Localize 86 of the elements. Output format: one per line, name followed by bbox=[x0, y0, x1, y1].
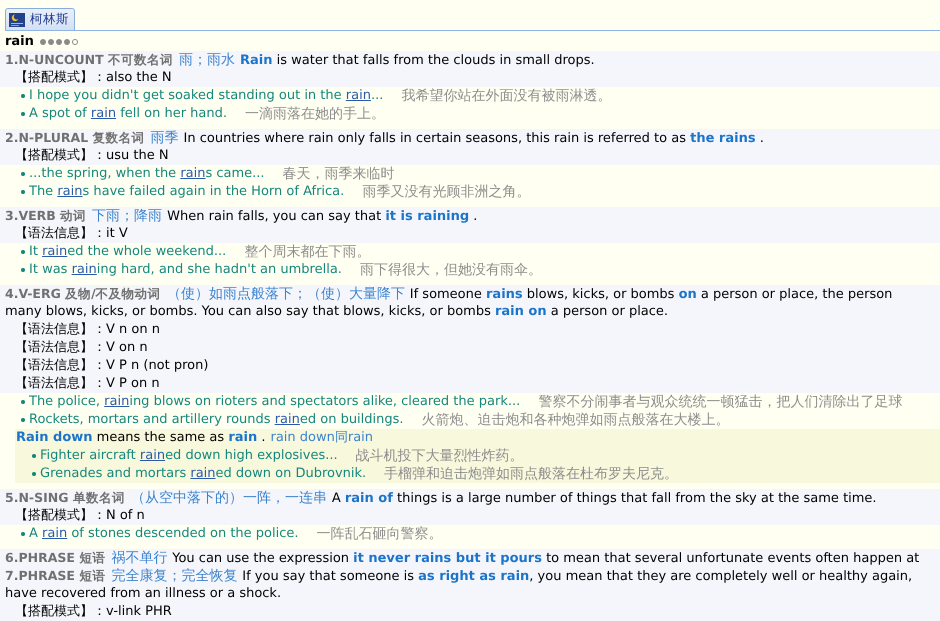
grammar-pattern: 【搭配模式】：v-link PHR bbox=[15, 604, 172, 619]
bullet-icon bbox=[21, 190, 25, 194]
grammar-pattern: 【搭配模式】：also the N bbox=[15, 70, 172, 85]
bullet-icon bbox=[32, 454, 36, 458]
word-link[interactable]: rain bbox=[42, 526, 68, 541]
crescent-logo-icon bbox=[9, 12, 25, 26]
example-translation: 整个周末都在下雨。 bbox=[244, 243, 370, 261]
sense-translation: （使）如雨点般落下；（使）大量降下 bbox=[166, 286, 405, 302]
word-link[interactable]: rain bbox=[90, 106, 116, 121]
example-sentence: A rain of stones descended on the police. bbox=[29, 525, 299, 543]
sense-label: 5.N-SING 单数名词 bbox=[5, 490, 125, 505]
rating-dot-icon bbox=[40, 38, 46, 44]
example-translation: 我希望你站在外面没有被雨淋透。 bbox=[401, 87, 612, 105]
example-translation: 战斗机投下大量烈性炸药。 bbox=[356, 447, 524, 465]
bullet-icon bbox=[32, 472, 36, 476]
definition-text: You can use the expression it never rains but it pours to mean that several unfortunate events often happen at bbox=[172, 551, 920, 566]
example-sentence: The police, raining blows on rioters and spectators alike, cleared the park... bbox=[29, 393, 520, 411]
example-translation: 一阵乱石砸向警察。 bbox=[316, 525, 443, 543]
sense-translation: 雨季 bbox=[150, 130, 179, 146]
bullet-icon bbox=[21, 418, 25, 422]
rating-dot-icon bbox=[56, 38, 62, 44]
word-link[interactable]: rain bbox=[42, 244, 68, 259]
example-translation: 警察不分闹事者与观众统统一顿猛击，把人们清除出了足球 bbox=[538, 393, 902, 411]
grammar-pattern: 【语法信息】：V n on n bbox=[15, 322, 160, 337]
grammar-pattern: 【搭配模式】：N of n bbox=[15, 508, 145, 523]
example-translation: 火箭炮、迫击炮和各种炮弹如雨点般落在大楼上。 bbox=[422, 411, 730, 429]
sense-translation: 祸不单行 bbox=[111, 550, 168, 566]
sense-label: 6.PHRASE 短语 bbox=[5, 550, 106, 565]
word-link[interactable]: rain bbox=[104, 394, 130, 409]
example-sentence: Fighter aircraft rained down high explosives... bbox=[40, 447, 338, 465]
word-link[interactable]: rain bbox=[140, 448, 166, 463]
word-link[interactable]: rain bbox=[180, 166, 206, 181]
bullet-icon bbox=[21, 112, 25, 116]
sense-label: 4.V-ERG 及物/不及物动词 bbox=[5, 286, 161, 301]
sense-translation: （从空中落下的）一阵，一连串 bbox=[130, 490, 327, 506]
word-link[interactable]: rain bbox=[57, 184, 82, 199]
bullet-icon bbox=[21, 94, 25, 98]
bullet-icon bbox=[21, 250, 25, 254]
grammar-pattern: 【语法信息】：it V bbox=[15, 226, 128, 241]
definition-text: A rain of things is a large number of things that fall from the sky at the same time. bbox=[332, 491, 877, 506]
example-sentence: A spot of rain fell on her hand. bbox=[29, 105, 228, 123]
example-sentence: The rains have failed again in the Horn of Africa. bbox=[29, 183, 344, 201]
word-link[interactable]: rain bbox=[190, 466, 216, 481]
example-sentence: ...the spring, when the rains came... bbox=[29, 165, 265, 183]
example-sentence: Rockets, mortars and artillery rounds rained on buildings. bbox=[29, 411, 404, 429]
example-sentence: I hope you didn't get soaked standing out in the rain... bbox=[29, 87, 384, 105]
example-sentence: Grenades and mortars rained down on Dubrovnik. bbox=[40, 465, 366, 483]
grammar-pattern: 【语法信息】：V P on n bbox=[15, 376, 160, 391]
definition-text: many blows, kicks, or bombs. You can also say that blows, kicks, or bombs rain on a person or place. bbox=[5, 304, 668, 319]
definition-text: If you say that someone is as right as rain, you mean that they are completely well or healthy again, bbox=[242, 569, 912, 584]
sense-label: 7.PHRASE 短语 bbox=[5, 568, 106, 583]
example-translation: 一滴雨落在她的手上。 bbox=[245, 105, 386, 123]
headword-text: rain bbox=[5, 32, 34, 50]
bullet-icon bbox=[21, 532, 25, 536]
sense-translation: 雨；雨水 bbox=[179, 52, 235, 68]
grammar-pattern: 【语法信息】：V on n bbox=[15, 340, 148, 355]
definition-text: Rain is water that falls from the clouds in small drops. bbox=[240, 53, 595, 68]
definition-text: If someone rains blows, kicks, or bombs on a person or place, the person bbox=[410, 287, 892, 302]
phrase-definition: Rain down means the same as rain . bbox=[16, 430, 266, 445]
example-translation: 手榴弹和迫击炮弹如雨点般落在杜布罗夫尼克。 bbox=[384, 465, 678, 483]
sense-label: 3.VERB 动词 bbox=[5, 208, 86, 223]
bullet-icon bbox=[21, 400, 25, 404]
example-translation: 雨季又没有光顾非洲之角。 bbox=[362, 183, 530, 201]
sense-label: 1.N-UNCOUNT 不可数名词 bbox=[5, 52, 173, 67]
sense-label: 2.N-PLURAL 复数名词 bbox=[5, 130, 145, 145]
phrase-translation: rain down同rain bbox=[270, 430, 374, 445]
rating-dot-icon bbox=[48, 38, 54, 44]
definition-text: In countries where rain only falls in certain seasons, this rain is referred to as the rains . bbox=[184, 131, 764, 146]
word-link[interactable]: rain bbox=[274, 412, 300, 427]
word-link[interactable]: rain bbox=[72, 262, 97, 277]
grammar-pattern: 【语法信息】：V P n (not pron) bbox=[15, 358, 208, 373]
bullet-icon bbox=[21, 268, 25, 272]
dictionary-tab[interactable]: 柯林斯 bbox=[5, 8, 75, 30]
bullet-icon bbox=[21, 172, 25, 176]
rating-dot-icon bbox=[72, 38, 78, 44]
example-translation: 春天，雨季来临时 bbox=[282, 165, 395, 183]
example-translation: 雨下得很大，但她没有雨伞。 bbox=[360, 261, 542, 279]
example-sentence: It rained the whole weekend... bbox=[29, 243, 226, 261]
sense-translation: 完全康复；完全恢复 bbox=[111, 568, 238, 584]
word-link[interactable]: rain bbox=[346, 88, 371, 103]
definition-text: have recovered from an illness or a shock. bbox=[5, 586, 282, 601]
definition-text: When rain falls, you can say that it is raining . bbox=[167, 209, 478, 224]
rating-dot-icon bbox=[64, 38, 70, 44]
sense-translation: 下雨；降雨 bbox=[92, 208, 162, 224]
grammar-pattern: 【搭配模式】：usu the N bbox=[15, 148, 169, 163]
example-sentence: It was raining hard, and she hadn't an umbrella. bbox=[29, 261, 342, 279]
